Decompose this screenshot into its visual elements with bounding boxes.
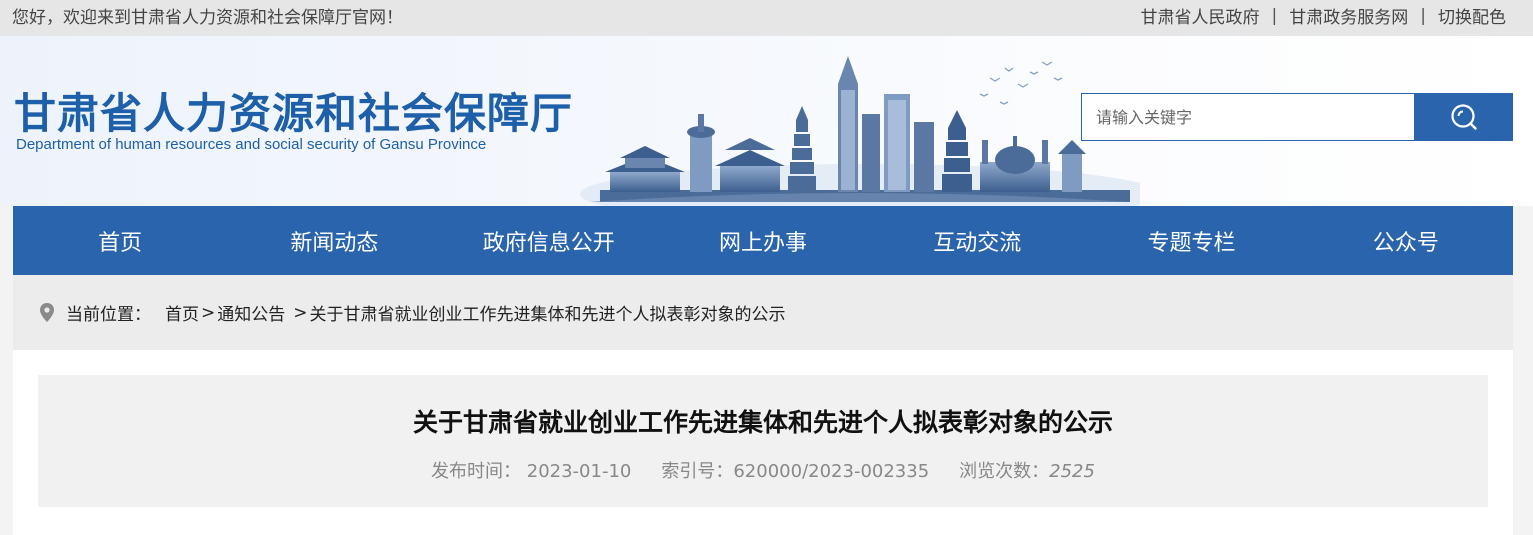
welcome-text: 您好，欢迎来到甘肃省人力资源和社会保障厅官网！	[12, 8, 403, 28]
nav-item-interaction[interactable]: 互动交流	[870, 206, 1084, 275]
article-area: 关于甘肃省就业创业工作先进集体和先进个人拟表彰对象的公示 发布时间： 2023-…	[13, 350, 1513, 535]
breadcrumb-label: 当前位置：	[66, 305, 151, 325]
link-switch-color[interactable]: 切换配色	[1438, 3, 1506, 28]
city-skyline-banner	[580, 56, 1140, 206]
publish-label: 发布时间：	[431, 461, 522, 482]
site-header: 甘肃省人力资源和社会保障厅 Department of human resour…	[0, 36, 1533, 206]
views-label: 浏览次数：	[959, 461, 1050, 482]
index-label: 索引号：	[661, 461, 734, 482]
breadcrumb-separator: >	[293, 302, 308, 323]
search-button[interactable]	[1414, 93, 1513, 141]
breadcrumb-notices[interactable]: 通知公告	[217, 300, 285, 325]
main-nav: 首页 新闻动态 政府信息公开 网上办事 互动交流 专题专栏 公众号	[13, 206, 1513, 275]
search-box	[1081, 93, 1513, 141]
views-count: 2525	[1049, 461, 1095, 482]
nav-item-online-service[interactable]: 网上办事	[656, 206, 870, 275]
location-pin-icon	[40, 303, 54, 322]
breadcrumb-home[interactable]: 首页	[165, 300, 199, 325]
nav-item-gov-info[interactable]: 政府信息公开	[442, 206, 656, 275]
top-link-separator: |	[1420, 5, 1426, 26]
nav-item-public-account[interactable]: 公众号	[1299, 206, 1513, 275]
link-gansu-government[interactable]: 甘肃省人民政府	[1141, 3, 1260, 28]
search-icon	[1450, 104, 1477, 130]
top-link-separator: |	[1271, 5, 1278, 26]
publish-date: 2023-01-10	[526, 461, 632, 482]
article-title: 关于甘肃省就业创业工作先进集体和先进个人拟表彰对象的公示	[412, 408, 1113, 437]
site-title[interactable]: 甘肃省人力资源和社会保障厅	[14, 80, 573, 141]
breadcrumb-separator: >	[201, 302, 216, 323]
top-bar: 您好，欢迎来到甘肃省人力资源和社会保障厅官网！ 甘肃省人民政府 | 甘肃政务服务…	[0, 0, 1533, 36]
site-subtitle: Department of human resources and social…	[16, 136, 487, 153]
breadcrumb-current: 关于甘肃省就业创业工作先进集体和先进个人拟表彰对象的公示	[309, 305, 786, 325]
search-input[interactable]	[1081, 93, 1414, 141]
nav-item-news[interactable]: 新闻动态	[227, 206, 441, 275]
nav-item-home[interactable]: 首页	[13, 206, 227, 275]
nav-item-topics[interactable]: 专题专栏	[1084, 206, 1298, 275]
breadcrumb: 当前位置： 首页 > 通知公告 > 关于甘肃省就业创业工作先进集体和先进个人拟表…	[13, 275, 1513, 350]
top-links: 甘肃省人民政府 | 甘肃政务服务网 | 切换配色	[1141, 3, 1506, 29]
article-header: 关于甘肃省就业创业工作先进集体和先进个人拟表彰对象的公示 发布时间： 2023-…	[38, 375, 1488, 507]
link-gansu-service[interactable]: 甘肃政务服务网	[1289, 3, 1408, 28]
index-number: 620000/2023-002335	[733, 461, 930, 482]
article-meta: 发布时间： 2023-01-10 索引号：620000/2023-002335 …	[38, 457, 1488, 483]
